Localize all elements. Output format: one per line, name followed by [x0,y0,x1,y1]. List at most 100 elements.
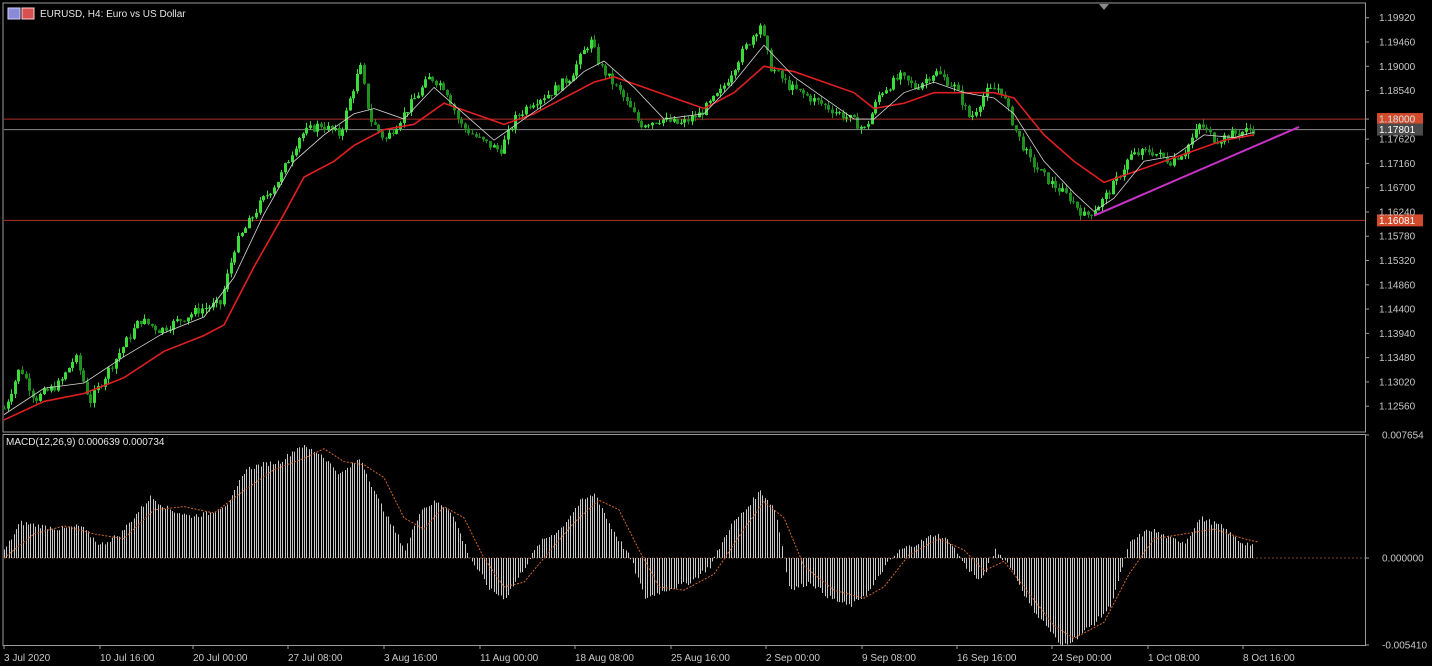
time-tick-label: 27 Jul 08:00 [288,653,343,664]
price-tick-label: 1.13940 [1379,329,1416,340]
price-tick-label: 1.17160 [1379,159,1416,170]
candle-body [626,97,629,102]
candle-body [917,88,920,90]
candle-body [291,155,294,163]
candle-body [187,317,190,322]
price-tick-label: 1.15780 [1379,232,1416,243]
candle-body [536,104,539,106]
candle-body [1083,211,1086,216]
candle-body [727,82,730,86]
candle-body [982,96,985,107]
price-axis: 1.19920 1.19460 1.19000 1.18540 1.18000 1.176… [1365,13,1416,413]
candle-body [860,126,863,129]
time-tick-label: 20 Jul 00:00 [193,653,248,664]
candle-body [709,100,712,103]
candle-body [485,139,488,142]
candle-body [723,85,726,89]
candle-body [197,307,200,314]
candle-body [338,127,341,136]
candle-body [395,128,398,134]
candle-body [1112,180,1115,195]
candle-body [341,129,344,136]
candle-body [1180,156,1183,160]
candle-body [143,318,146,325]
candle-body [946,77,949,86]
candle-body [1141,149,1144,156]
candle-body [932,75,935,81]
candle-body [1234,130,1237,134]
candle-body [1148,149,1151,153]
candle-body [1007,98,1010,107]
candle-body [943,74,946,78]
candle-body [554,85,557,96]
candle-body [827,105,830,110]
candle-body [561,78,564,91]
candle-body [889,89,892,91]
candle-body [133,328,136,339]
candle-body [907,75,910,81]
candle-body [14,381,17,394]
candle-body [161,327,164,334]
candle-body [781,70,784,79]
candle-body [604,65,607,76]
macd-axis: 0.007654 0.000000 -0.005410 [1365,431,1427,652]
candle-body [1076,201,1079,208]
candle-body [1054,181,1057,188]
candle-body [323,126,326,130]
candle-body [809,95,812,102]
candle-body [61,379,64,381]
candle-body [183,320,186,322]
candle-body [406,112,409,114]
chart-canvas[interactable]: EURUSD, H4: Euro vs US Dollar MACD(12,26… [0,0,1432,666]
candle-body [413,98,416,100]
candle-body [1198,124,1201,129]
candle-body [518,114,521,116]
candle-body [586,48,589,51]
candle-body [939,71,942,75]
candle-body [1202,124,1205,128]
candle-body [1072,201,1075,203]
candle-body [799,88,802,91]
candle-body [568,81,571,83]
candle-body [3,408,6,410]
candle-body [611,73,614,85]
candle-body [734,70,737,76]
candle-body [140,320,143,325]
candle-body [525,106,528,115]
chart-shift-marker-icon[interactable] [1099,4,1109,10]
candle-body [35,397,38,401]
candle-body [478,136,481,138]
candle-body [421,87,424,96]
candle-body [475,134,478,137]
candle-body [17,369,20,382]
candle-body [514,114,517,129]
candle-body [784,78,787,80]
price-tick-label: 1.19460 [1379,38,1416,49]
candle-body [1245,128,1248,132]
candle-body [313,125,316,132]
candle-body [925,78,928,84]
chart-window[interactable]: EURUSD, H4: Euro vs US Dollar MACD(12,26… [0,0,1432,666]
candle-body [705,102,708,116]
candle-body [1249,128,1252,130]
candle-body [835,112,838,114]
symbol-icon [7,7,35,20]
candle-body [1036,167,1039,170]
candle-body [219,300,222,305]
candle-body [619,84,622,91]
candle-body [752,36,755,45]
macd-tick-label: -0.005410 [1382,641,1427,652]
candle-body [1033,157,1036,168]
candle-body [122,347,125,353]
price-tick-label: 1.19920 [1379,13,1416,24]
candle-body [673,118,676,122]
candle-body [464,123,467,129]
candle-body [629,101,632,108]
candle-body [352,91,355,99]
candle-body [590,39,593,49]
candle-body [730,75,733,83]
candle-body [993,87,996,90]
candle-body [1047,172,1050,185]
candle-body [1069,192,1072,202]
candle-body [511,128,514,130]
